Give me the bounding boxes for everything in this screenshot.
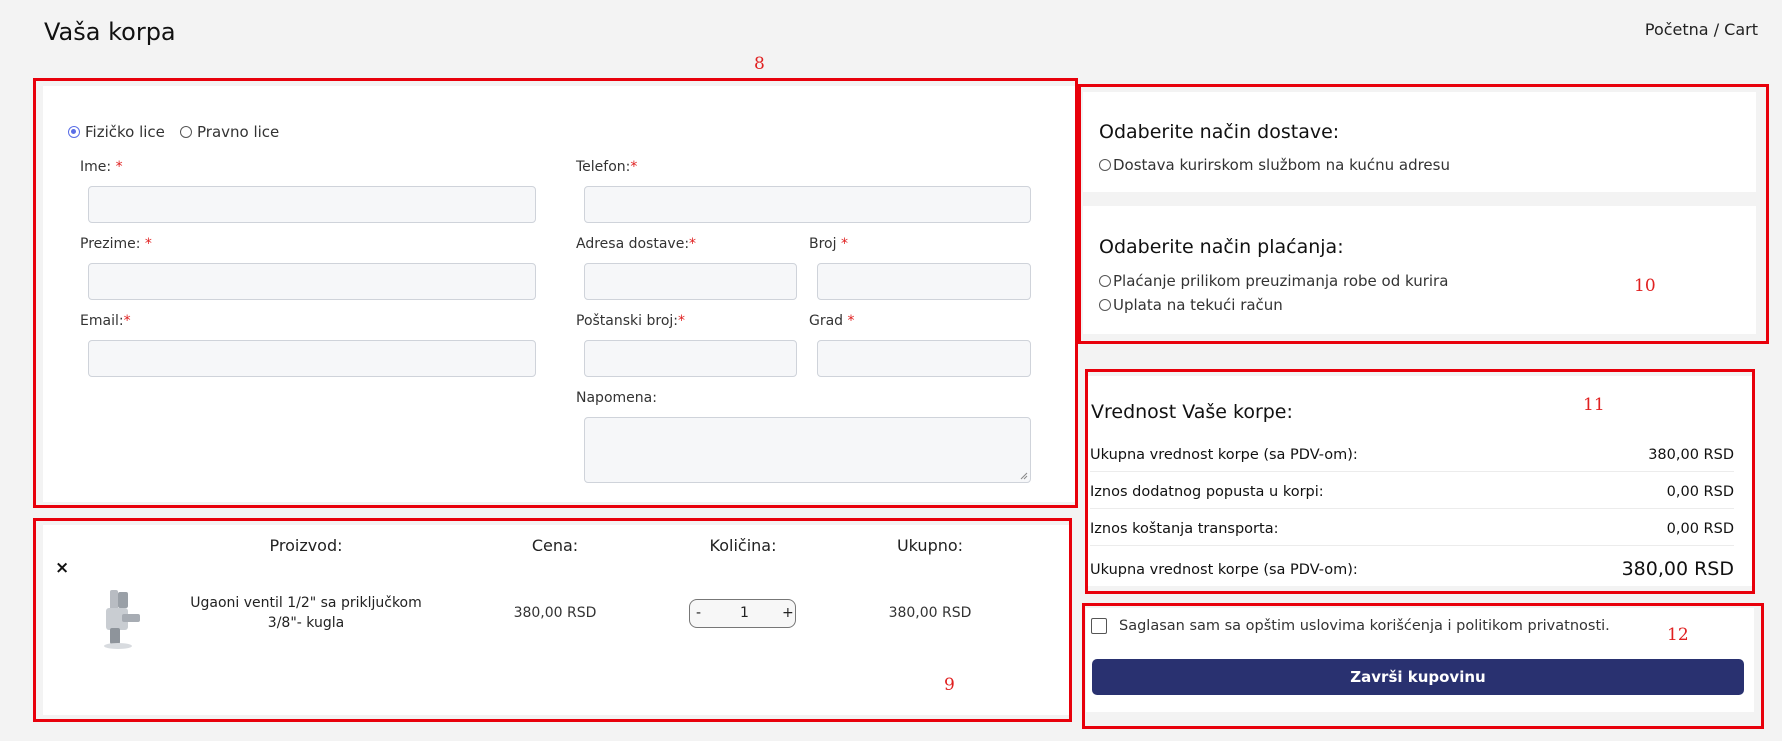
product-price: 380,00 RSD (513, 605, 597, 621)
th-price: Cena: (531, 536, 579, 555)
breadcrumb-separator: / (1708, 20, 1725, 39)
th-total: Ukupno: (896, 536, 964, 555)
radio-pravno-lice[interactable]: Pravno lice (180, 123, 279, 141)
th-quantity: Količina: (709, 536, 777, 555)
summary-divider (1090, 545, 1734, 546)
th-product: Proizvod: (269, 536, 343, 555)
broj-input[interactable] (817, 263, 1031, 300)
radio-empty-icon (180, 126, 192, 138)
breadcrumb: Početna / Cart (1645, 20, 1758, 39)
napomena-label: Napomena: (576, 390, 657, 406)
summary-divider (1090, 508, 1734, 509)
product-image (104, 590, 140, 649)
resize-handle-icon[interactable] (1020, 472, 1028, 480)
quantity-increase-button[interactable]: + (782, 605, 794, 621)
email-label: Email:* (80, 313, 131, 329)
page-title: Vaša korpa (44, 18, 176, 46)
remove-item-icon[interactable]: × (55, 558, 69, 578)
quantity-input[interactable]: 1 (740, 605, 749, 621)
grad-input[interactable] (817, 340, 1031, 377)
radio-empty-icon (1099, 299, 1111, 311)
summary-row-total: Ukupna vrednost korpe (sa PDV-om): 380,00… (1090, 558, 1734, 580)
payment-heading: Odaberite način plaćanja: (1099, 236, 1344, 258)
summary-divider (1090, 471, 1734, 472)
napomena-textarea[interactable] (584, 417, 1031, 483)
payment-option-cod[interactable]: Plaćanje prilikom preuzimanja robe od ku… (1099, 272, 1448, 290)
annotation-label-12: 12 (1667, 625, 1689, 645)
breadcrumb-current: Cart (1724, 20, 1758, 39)
radio-empty-icon (1099, 275, 1111, 287)
prezime-label: Prezime: * (80, 236, 152, 252)
quantity-decrease-button[interactable]: - (696, 605, 701, 621)
annotation-label-9: 9 (944, 675, 955, 695)
prezime-input[interactable] (88, 263, 536, 300)
radio-fizicko-lice[interactable]: Fizičko lice (68, 123, 165, 141)
terms-checkbox[interactable] (1091, 618, 1107, 634)
shipping-option-courier[interactable]: Dostava kurirskom službom na kućnu adres… (1099, 156, 1450, 174)
telefon-input[interactable] (584, 186, 1031, 223)
breadcrumb-home-link[interactable]: Početna (1645, 20, 1709, 39)
summary-row-transport: Iznos koštanja transporta: 0,00 RSD (1090, 521, 1734, 537)
summary-row-discount: Iznos dodatnog popusta u korpi: 0,00 RSD (1090, 484, 1734, 500)
product-name[interactable]: Ugaoni ventil 1/2" sa priključkom 3/8"- … (176, 593, 436, 633)
product-total: 380,00 RSD (888, 605, 972, 621)
annotation-label-8: 8 (754, 54, 765, 74)
radio-checked-icon (68, 126, 80, 138)
adresa-label: Adresa dostave:* (576, 236, 697, 252)
finish-purchase-button[interactable]: Završi kupovinu (1092, 659, 1744, 695)
summary-row-subtotal: Ukupna vrednost korpe (sa PDV-om): 380,00… (1090, 447, 1734, 463)
email-input[interactable] (88, 340, 536, 377)
postanski-broj-input[interactable] (584, 340, 797, 377)
ime-input[interactable] (88, 186, 536, 223)
terms-label[interactable]: Saglasan sam sa opštim uslovima korišćen… (1119, 618, 1610, 634)
grad-label: Grad * (809, 313, 855, 329)
summary-heading: Vrednost Vaše korpe: (1091, 401, 1293, 423)
payment-option-transfer[interactable]: Uplata na tekući račun (1099, 296, 1283, 314)
annotation-label-11: 11 (1583, 395, 1605, 415)
adresa-input[interactable] (584, 263, 797, 300)
quantity-stepper: - 1 + (689, 599, 796, 628)
annotation-label-10: 10 (1634, 276, 1656, 296)
postanski-broj-label: Poštanski broj:* (576, 313, 685, 329)
telefon-label: Telefon:* (576, 159, 638, 175)
ime-label: Ime: * (80, 159, 123, 175)
broj-label: Broj * (809, 236, 848, 252)
shipping-heading: Odaberite način dostave: (1099, 121, 1340, 143)
radio-empty-icon (1099, 159, 1111, 171)
